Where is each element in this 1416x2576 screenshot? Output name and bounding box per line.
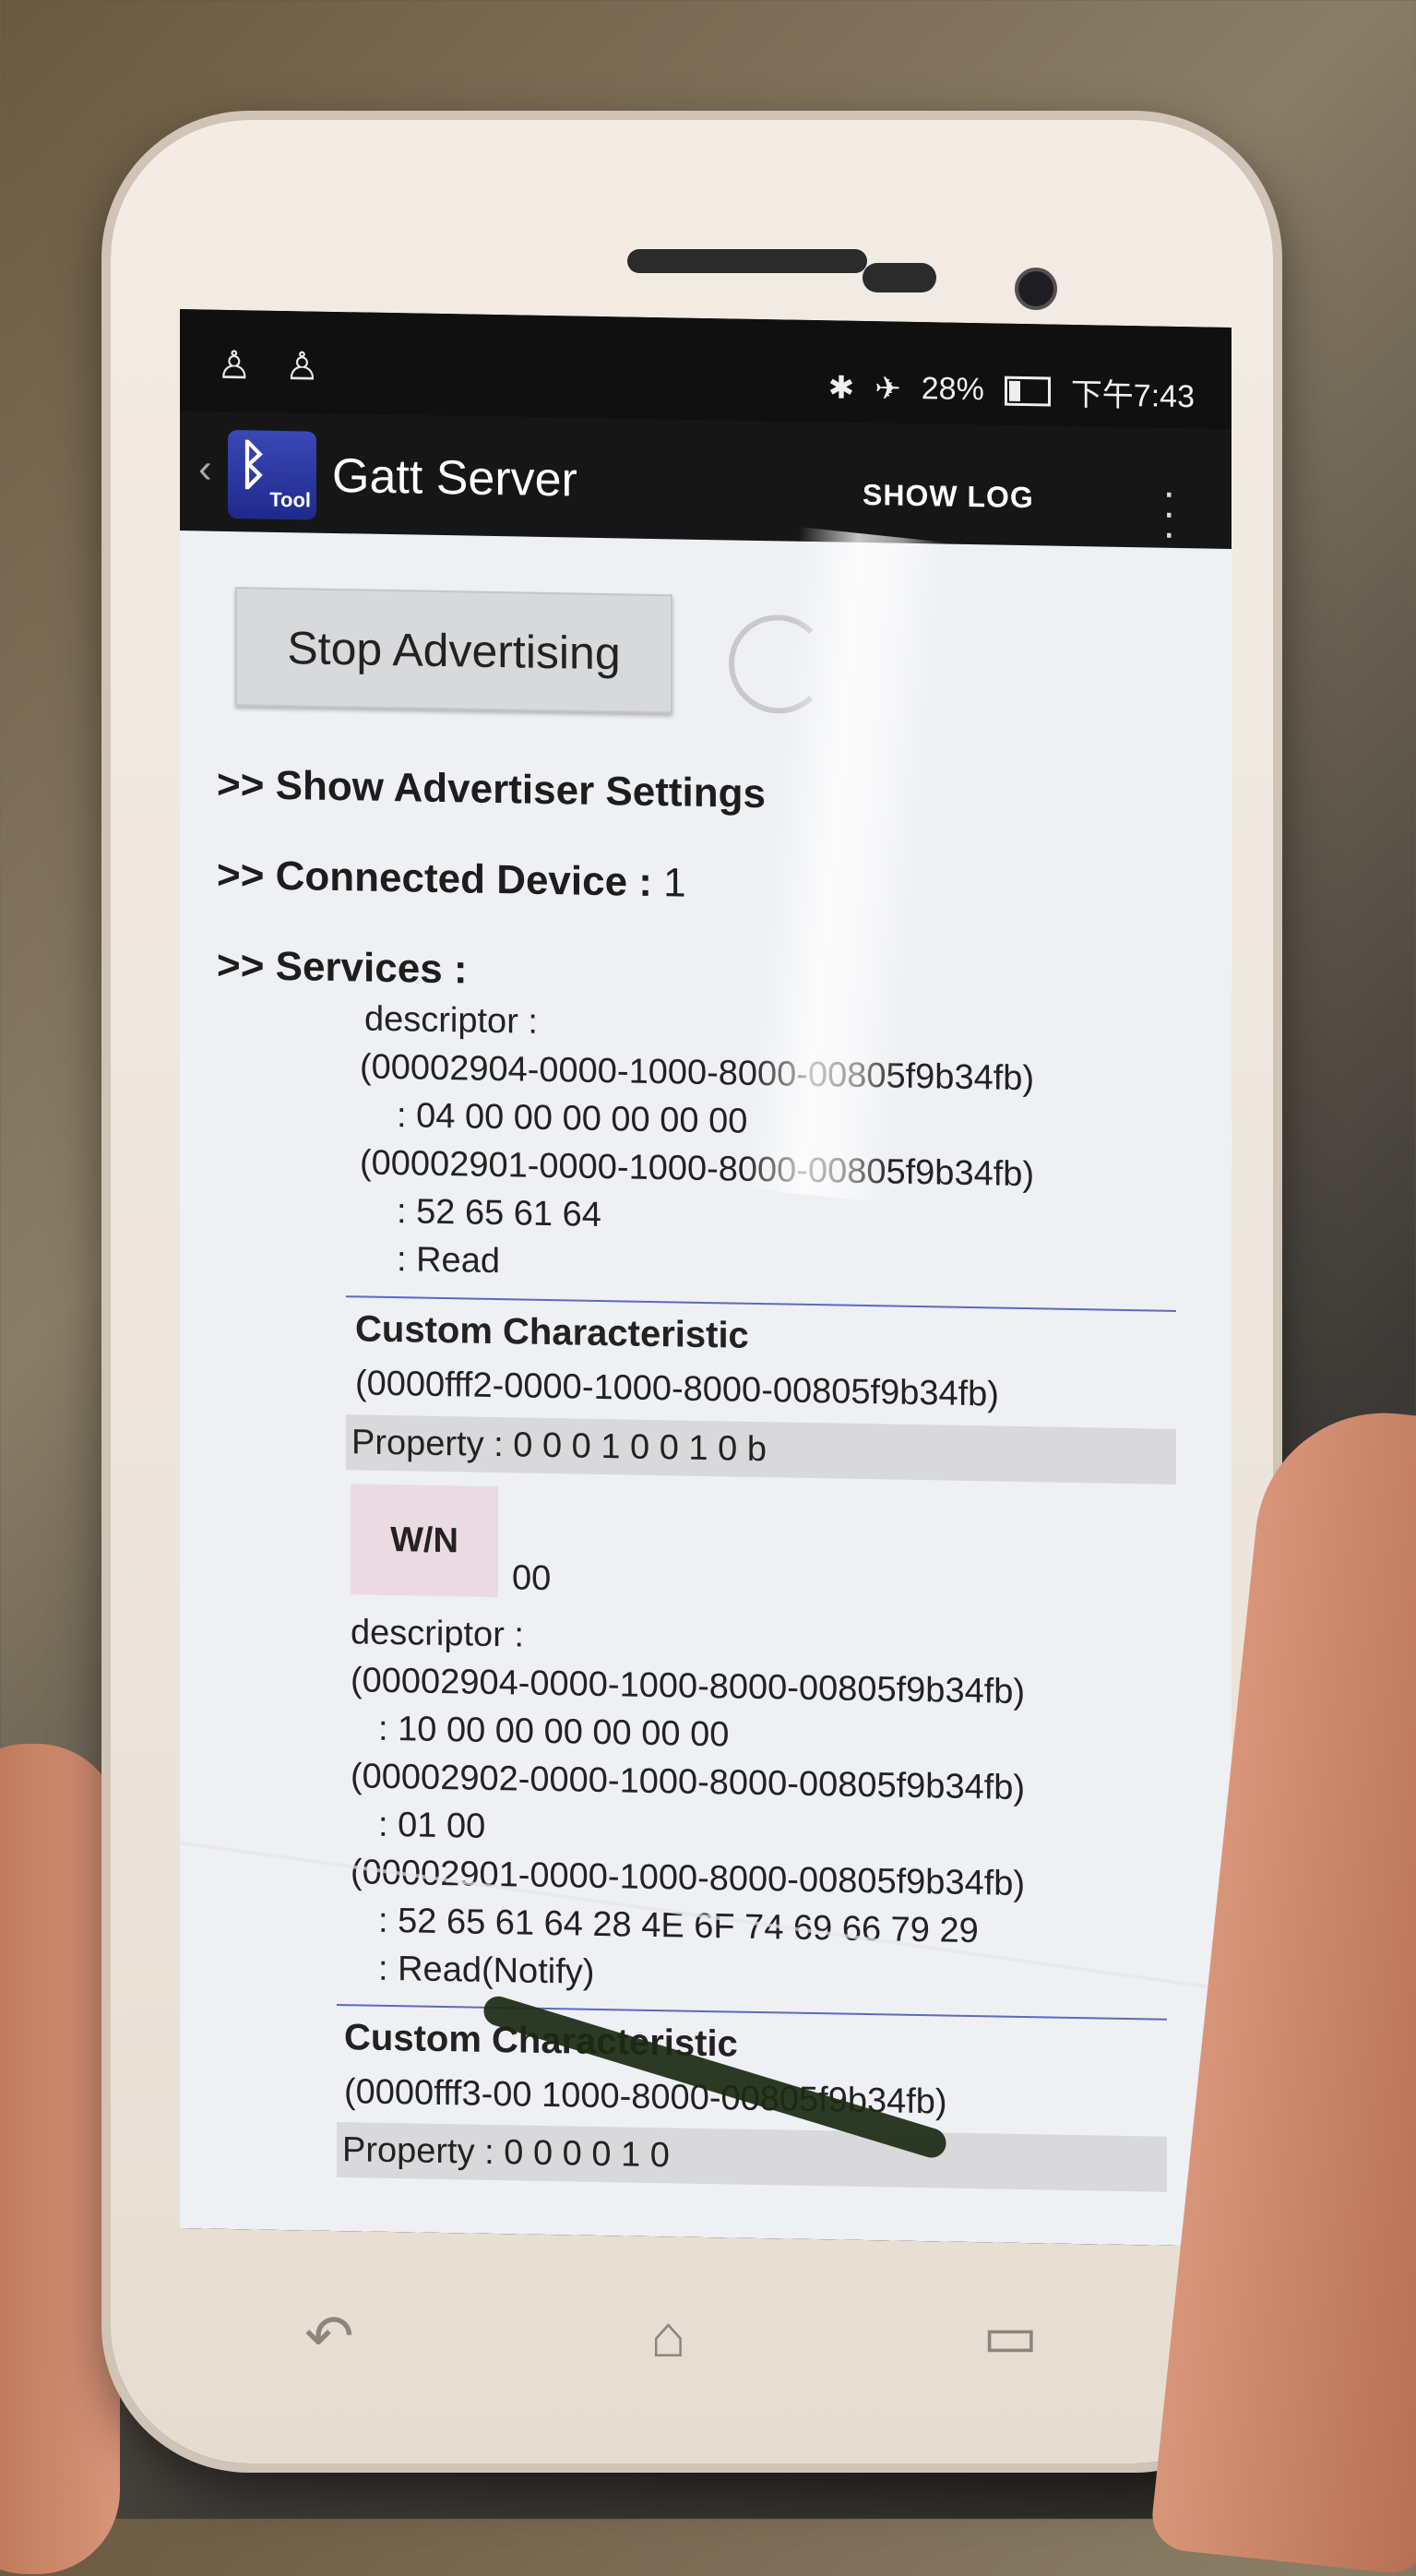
descriptor-value: : 10 00 00 00 00 00 00	[378, 1709, 730, 1755]
battery-percent: 28%	[921, 371, 984, 408]
status-bar: ♙ ♙ ✱ ✈ 28% 下午7:43	[180, 309, 1232, 429]
descriptor-value: : 04 00 00 00 00 00 00	[397, 1096, 748, 1141]
app-icon[interactable]: ᛒ Tool	[228, 429, 316, 520]
home-icon[interactable]: ⌂	[650, 2302, 686, 2370]
back-icon[interactable]: ↶	[304, 2302, 354, 2371]
app-icon-label: Tool	[269, 487, 311, 512]
proximity-sensor	[863, 263, 936, 292]
divider	[346, 1295, 1176, 1312]
action-bar: ‹ ᛒ Tool Gatt Server SHOW LOG · · ·	[180, 411, 1232, 556]
recents-icon[interactable]: ▭	[982, 2302, 1038, 2371]
show-advertiser-settings[interactable]: >> Show Advertiser Settings	[217, 762, 766, 817]
earpiece-speaker	[627, 249, 867, 273]
write-notify-button[interactable]: W/N	[351, 1484, 498, 1598]
descriptor-label: descriptor :	[364, 999, 538, 1042]
descriptor-uuid: (00002904-0000-1000-8000-00805f9b34fb)	[351, 1661, 1026, 1712]
keyhole-icon: ♙	[284, 344, 320, 388]
property-bar: Property : 0 0 0 1 0 0 1 0 b	[346, 1414, 1176, 1485]
characteristic-value: 00	[512, 1558, 552, 1599]
airplane-icon: ✈	[875, 370, 901, 407]
phone-screen: ♙ ♙ ✱ ✈ 28% 下午7:43 ‹ ᛒ Tool Gatt Server …	[180, 309, 1232, 2247]
battery-icon	[1004, 376, 1051, 407]
keyhole-icon: ♙	[217, 342, 252, 388]
services-label[interactable]: >> Services :	[217, 943, 468, 994]
bluetooth-icon: ✱	[827, 369, 855, 406]
descriptor-uuid: (00002901-0000-1000-8000-00805f9b34fb)	[360, 1143, 1035, 1195]
descriptor-value: : Read(Notify)	[378, 1949, 595, 1992]
characteristic-uuid: (0000fff2-0000-1000-8000-00805f9b34fb)	[355, 1364, 999, 1414]
connected-device-label: >> Connected Device :	[217, 852, 664, 906]
descriptor-value: : 52 65 61 64	[397, 1192, 601, 1235]
overflow-menu-icon[interactable]: · · ·	[1162, 468, 1176, 556]
descriptor-label: descriptor :	[351, 1613, 524, 1655]
descriptor-uuid: (00002904-0000-1000-8000-00805f9b34fb)	[360, 1047, 1035, 1099]
clock: 下午7:43	[1070, 376, 1195, 415]
divider	[337, 2004, 1167, 2021]
front-camera	[1015, 268, 1057, 310]
up-chevron-icon[interactable]: ‹	[198, 446, 212, 492]
characteristic-title: Custom Characteristic	[355, 1308, 749, 1356]
stop-advertising-button[interactable]: Stop Advertising	[235, 587, 672, 714]
app-title: Gatt Server	[332, 448, 577, 507]
descriptor-value: : 52 65 61 64 28 4E 6F 74 69 66 79 29	[378, 1901, 979, 1951]
show-log-button[interactable]: SHOW LOG	[863, 478, 1034, 515]
connected-device-row[interactable]: >> Connected Device : 1	[217, 853, 686, 907]
connected-device-count: 1	[663, 860, 686, 906]
bluetooth-icon: ᛒ	[237, 435, 269, 495]
property-bar: Property : 0 0 0 0 1 0	[337, 2122, 1167, 2192]
main-content: Stop Advertising >> Show Advertiser Sett…	[180, 531, 1232, 2247]
descriptor-value: : Read	[397, 1240, 500, 1282]
descriptor-value: : 01 00	[378, 1805, 486, 1846]
descriptor-uuid: (00002902-0000-1000-8000-00805f9b34fb)	[351, 1757, 1026, 1808]
left-thumb	[0, 1744, 120, 2574]
